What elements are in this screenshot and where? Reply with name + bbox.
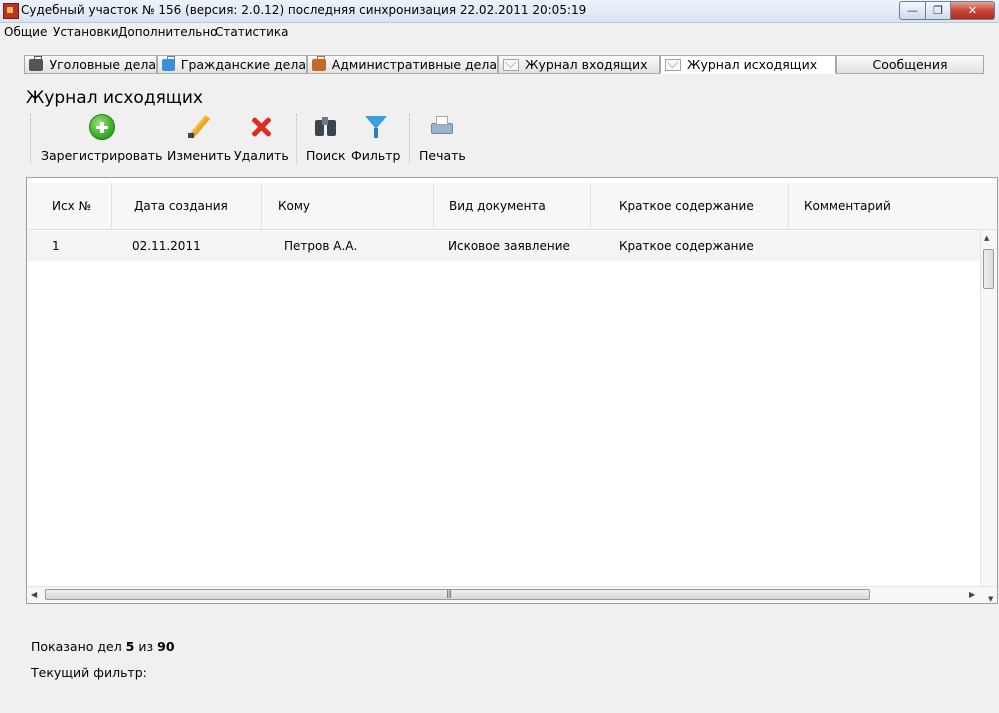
tab-messages[interactable]: Сообщения xyxy=(836,55,984,74)
table-row[interactable]: 1 02.11.2011 Петров А.А. Исковое заявлен… xyxy=(27,231,982,261)
menu-bar: Общие Установки Дополнительно Статистика xyxy=(0,23,999,41)
table-header: Исх № Дата создания Кому Вид документа К… xyxy=(27,183,997,230)
scroll-right-arrow-icon[interactable]: ▶ xyxy=(969,590,975,599)
tab-label: Гражданские дела xyxy=(180,57,306,72)
shown-prefix: Показано дел xyxy=(31,639,122,654)
outgoing-journal-table: Исх № Дата создания Кому Вид документа К… xyxy=(26,177,998,604)
maximize-button[interactable]: ❐ xyxy=(926,1,951,20)
edit-button[interactable]: Изменить xyxy=(167,114,231,163)
scroll-grip-icon: ||| xyxy=(446,589,452,598)
envelope-icon xyxy=(503,58,519,71)
minimize-button[interactable]: — xyxy=(899,1,926,20)
tab-outgoing-journal[interactable]: Журнал исходящих xyxy=(660,55,836,74)
menu-settings[interactable]: Установки xyxy=(53,25,119,39)
civil-case-briefcase-icon xyxy=(162,55,175,71)
horizontal-scrollbar[interactable]: ◀ ||| ▶ xyxy=(27,586,997,603)
horizontal-scroll-thumb[interactable]: ||| xyxy=(45,589,870,600)
envelope-icon xyxy=(665,58,681,71)
shown-of: из xyxy=(138,639,154,654)
binoculars-icon xyxy=(313,114,339,140)
criminal-case-briefcase-icon xyxy=(29,55,44,71)
shown-total: 90 xyxy=(157,639,175,654)
toolbar-separator xyxy=(296,114,297,164)
register-label: Зарегистрировать xyxy=(41,148,163,163)
column-header-outgoing-number[interactable]: Исх № xyxy=(27,183,112,229)
search-button[interactable]: Поиск xyxy=(306,114,346,163)
column-header-summary[interactable]: Краткое содержание xyxy=(591,183,789,229)
tab-civil-cases[interactable]: Гражданские дела xyxy=(157,55,307,74)
cell-recipient: Петров А.А. xyxy=(284,239,358,253)
filter-button[interactable]: Фильтр xyxy=(351,114,400,163)
scroll-left-arrow-icon[interactable]: ◀ xyxy=(31,590,37,599)
tab-incoming-journal[interactable]: Журнал входящих xyxy=(498,55,660,74)
menu-statistics[interactable]: Статистика xyxy=(215,25,289,39)
red-x-icon xyxy=(248,114,274,140)
add-circle-icon xyxy=(88,114,115,140)
tab-label: Журнал входящих xyxy=(525,57,648,72)
toolbar-separator xyxy=(30,114,31,164)
menu-general[interactable]: Общие xyxy=(4,25,47,39)
title-bar: Судебный участок № 156 (версия: 2.0.12) … xyxy=(0,0,999,23)
search-label: Поиск xyxy=(306,148,346,163)
tab-criminal-cases[interactable]: Уголовные дела xyxy=(24,55,157,74)
current-filter-label: Текущий фильтр: xyxy=(31,665,147,680)
window-title: Судебный участок № 156 (версия: 2.0.12) … xyxy=(21,3,587,17)
vertical-scrollbar[interactable]: ▲ xyxy=(980,230,997,588)
shown-count-status: Показано дел 5 из 90 xyxy=(31,639,175,654)
menu-additional[interactable]: Дополнительно xyxy=(118,25,218,39)
tab-label: Административные дела xyxy=(331,57,497,72)
tab-label: Уголовные дела xyxy=(49,57,156,72)
close-button[interactable]: ✕ xyxy=(951,1,995,20)
delete-button[interactable]: Удалить xyxy=(234,114,289,163)
edit-label: Изменить xyxy=(167,148,232,163)
admin-case-briefcase-icon xyxy=(312,55,326,71)
app-emblem-icon xyxy=(3,3,19,19)
tab-admin-cases[interactable]: Административные дела xyxy=(307,55,498,74)
toolbar-separator xyxy=(409,114,410,164)
filter-label: Фильтр xyxy=(351,148,401,163)
cell-summary: Краткое содержание xyxy=(619,239,754,253)
tab-label: Журнал исходящих xyxy=(687,57,818,72)
printer-icon xyxy=(429,114,455,140)
page-title: Журнал исходящих xyxy=(26,88,203,108)
tab-label: Сообщения xyxy=(872,57,948,72)
delete-label: Удалить xyxy=(234,148,289,163)
column-header-recipient[interactable]: Кому xyxy=(262,183,434,229)
cell-created-date: 02.11.2011 xyxy=(132,239,201,253)
cell-outgoing-number: 1 xyxy=(52,239,60,253)
column-header-created-date[interactable]: Дата создания xyxy=(112,183,262,229)
pencil-icon xyxy=(186,114,212,140)
print-button[interactable]: Печать xyxy=(419,114,466,163)
tab-strip: Уголовные дела Гражданские дела Админист… xyxy=(24,55,984,75)
scroll-down-arrow-icon[interactable]: ▼ xyxy=(988,595,993,603)
column-header-document-type[interactable]: Вид документа xyxy=(434,183,591,229)
cell-document-type: Исковое заявление xyxy=(448,239,570,253)
scroll-up-arrow-icon[interactable]: ▲ xyxy=(984,234,989,242)
print-label: Печать xyxy=(419,148,466,163)
vertical-scroll-thumb[interactable] xyxy=(983,249,994,289)
register-button[interactable]: Зарегистрировать xyxy=(41,114,162,163)
funnel-icon xyxy=(363,114,389,140)
column-header-comment[interactable]: Комментарий xyxy=(789,183,997,229)
window-controls: — ❐ ✕ xyxy=(899,1,995,20)
shown-count: 5 xyxy=(125,639,135,654)
